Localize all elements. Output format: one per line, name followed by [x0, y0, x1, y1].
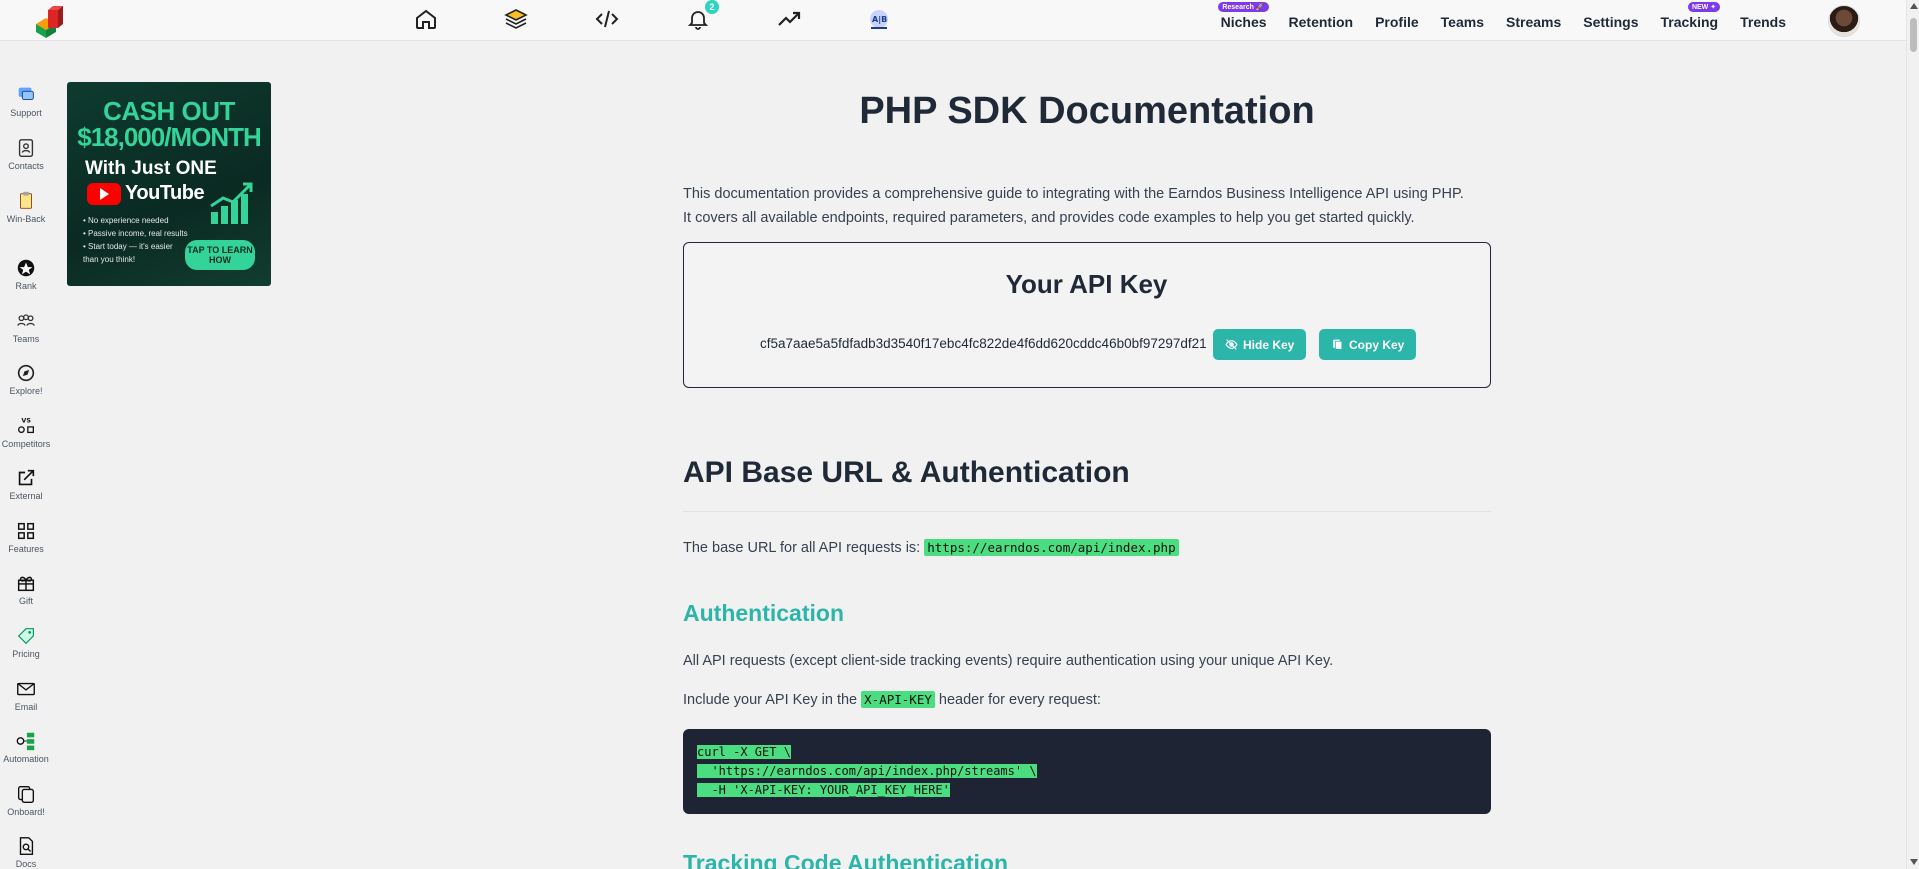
mail-icon [17, 682, 35, 696]
nav-streams[interactable]: Streams [1506, 12, 1561, 30]
nav-settings[interactable]: Settings [1583, 12, 1638, 30]
home-icon[interactable] [413, 6, 439, 32]
copy-key-button[interactable]: Copy Key [1319, 329, 1417, 360]
nav-tracking[interactable]: Tracking NEW ✦ [1661, 1, 1721, 30]
sidebar-item-rank[interactable]: Rank [0, 257, 52, 292]
sidebar-item-onboard[interactable]: Onboard! [0, 783, 52, 818]
sidebar-item-gift[interactable]: Gift [0, 572, 52, 607]
youtube-logo: YouTube [87, 182, 205, 205]
top-bar: 2 A|B Niches Research 🚀 Retention Profil… [0, 0, 1906, 41]
contacts-book-icon [18, 139, 34, 157]
svg-text:A|B: A|B [872, 15, 887, 24]
sidebar-item-external[interactable]: External [0, 467, 52, 502]
nav-profile[interactable]: Profile [1375, 12, 1419, 30]
new-badge: NEW ✦ [1687, 1, 1721, 12]
copy-icon [17, 785, 35, 803]
eye-off-icon [1225, 339, 1238, 350]
sidebar-item-features[interactable]: Features [0, 520, 52, 555]
external-link-icon [18, 469, 35, 486]
bell-icon[interactable]: 2 [685, 0, 719, 32]
curl-code-block[interactable]: curl -X GET \ 'https://earndos.com/api/i… [683, 729, 1491, 814]
nav-teams[interactable]: Teams [1441, 12, 1484, 30]
growth-chart-icon [210, 182, 253, 224]
ad-cta-button[interactable]: TAP TO LEARN HOW [185, 240, 255, 270]
sidebar-item-competitors[interactable]: VS Competitors [0, 415, 52, 450]
ab-test-icon[interactable]: A|B [866, 6, 892, 32]
trending-icon[interactable] [776, 6, 802, 32]
api-key-title: Your API Key [1005, 269, 1168, 299]
api-key-value[interactable]: cf5a7aae5a5fdfadb3d3540f17ebc4fc822de4f6… [760, 336, 1207, 351]
rank-star-icon [17, 259, 35, 277]
layers-icon[interactable] [503, 6, 529, 32]
support-chat-icon [18, 87, 34, 101]
clipboard-copy-icon [1333, 339, 1343, 350]
sidebar-item-contacts[interactable]: Contacts [0, 137, 52, 172]
ad-headline: CASH OUT [103, 96, 235, 126]
ad-subline: With Just ONE [85, 158, 217, 179]
user-avatar[interactable] [1828, 5, 1860, 37]
page-title: PHP SDK Documentation [859, 90, 1315, 132]
sidebar-item-docs[interactable]: Docs [0, 835, 52, 869]
youtube-play-icon [87, 182, 121, 205]
sidebar-item-explore[interactable]: Explore! [0, 362, 52, 397]
api-key-card: Your API Key cf5a7aae5a5fdfadb3d3540f17e… [683, 242, 1491, 388]
tracking-auth-heading: Tracking Code Authentication [683, 850, 1009, 869]
base-url-code[interactable]: https://earndos.com/api/index.php [924, 539, 1179, 556]
top-nav: Niches Research 🚀 Retention Profile Team… [1199, 0, 1786, 41]
ad-amount: $18,000/MONTH [77, 122, 262, 152]
code-icon[interactable] [594, 6, 620, 32]
base-url-heading: API Base URL & Authentication [683, 456, 1130, 489]
sidebar-item-teams[interactable]: Teams [0, 310, 52, 345]
doc-search-icon [19, 837, 34, 855]
sidebar-item-pricing[interactable]: Pricing [0, 625, 52, 660]
base-url-text: The base URL for all API requests is: ht… [683, 539, 1179, 556]
research-badge: Research 🚀 [1218, 1, 1269, 12]
compass-icon [17, 364, 35, 382]
authentication-heading: Authentication [683, 600, 844, 626]
automation-icon [16, 732, 35, 751]
sidebar-item-email[interactable]: Email [0, 678, 52, 713]
notification-badge: 2 [705, 0, 719, 14]
intro-text: This documentation provides a comprehens… [683, 186, 1464, 226]
teams-icon [17, 314, 35, 326]
sidebar-item-automation[interactable]: Automation [0, 730, 52, 765]
auth-text: All API requests (except client-side tra… [683, 653, 1334, 669]
section-divider [683, 511, 1491, 512]
scroll-thumb[interactable] [1910, 18, 1917, 52]
scroll-up-arrow[interactable] [1910, 3, 1918, 9]
clipboard-icon [20, 191, 32, 209]
left-sidebar: Support Contacts Win-Back Rank Teams Exp… [0, 42, 52, 869]
price-tag-icon [17, 628, 34, 645]
grid-icon [17, 522, 35, 540]
gift-icon [17, 576, 35, 592]
sidebar-item-support[interactable]: Support [0, 84, 52, 119]
ad-bullets: • No experience needed • Passive income,… [83, 216, 188, 264]
scroll-down-arrow[interactable] [1910, 859, 1918, 865]
app-logo[interactable] [32, 4, 66, 38]
versus-icon: VS [18, 416, 34, 434]
header-name-code: X-API-KEY [861, 691, 935, 708]
nav-trends[interactable]: Trends [1740, 12, 1786, 30]
nav-niches[interactable]: Niches Research 🚀 [1218, 1, 1269, 30]
auth-header-text: Include your API Key in the X-API-KEY he… [683, 691, 1101, 708]
promo-ad-banner[interactable]: CASH OUT $18,000/MONTH With Just ONE You… [67, 82, 271, 286]
sidebar-item-win-back[interactable]: Win-Back [0, 190, 52, 225]
page-scrollbar[interactable] [1906, 0, 1919, 869]
hide-key-button[interactable]: Hide Key [1213, 329, 1307, 360]
svg-text:VS: VS [21, 416, 31, 424]
nav-retention[interactable]: Retention [1289, 12, 1354, 30]
